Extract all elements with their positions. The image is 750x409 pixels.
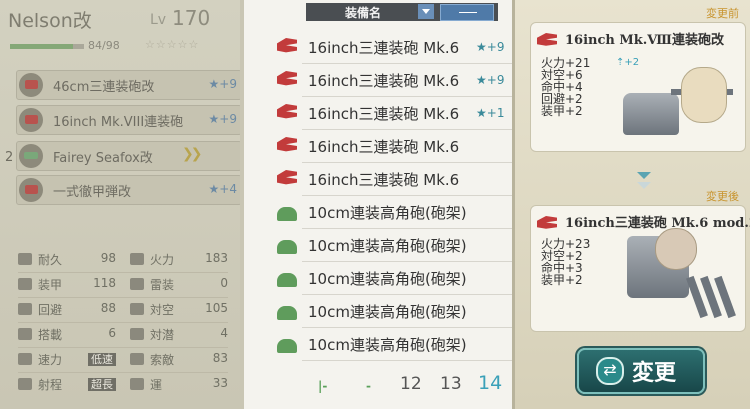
fairy-illustration (681, 67, 727, 123)
pager: |- - 12 13 14 (318, 372, 508, 396)
green-aa-gun-icon (277, 207, 297, 221)
red-gun-icon (19, 108, 43, 132)
sort-dropdown-icon[interactable] (418, 4, 434, 19)
slot-plane-count: 2 (5, 150, 14, 165)
asw-icon (130, 328, 144, 340)
green-aa-gun-icon (277, 273, 297, 287)
before-card: 16inch Mk.Ⅷ連装砲改 火力+21 ⇡+2 対空+6 命中+4 回避+2… (530, 22, 746, 152)
sort-label: 装備名 (345, 6, 382, 20)
slot-improvement: ★+9 (208, 112, 237, 126)
hp-text: 84/98 (88, 39, 120, 52)
improvement-level: ★+9 (476, 73, 505, 87)
equipment-row[interactable]: 16inch三連装砲 Mk.6 (272, 130, 512, 163)
apply-change-label: 変更 (632, 360, 677, 386)
equip-slot-3[interactable]: Fairey Seafox改 (16, 141, 242, 171)
after-card: 16inch三連装砲 Mk.6 mod.2 火力+23 対空+2 命中+3 装甲… (530, 205, 750, 332)
seaplane-icon (19, 144, 43, 168)
equip-slot-4[interactable]: 一式徹甲弾改 ★+4 (16, 175, 242, 205)
row-divider (302, 360, 512, 361)
upgrade-arrow-icon: ⇡+2 (616, 57, 640, 68)
equipment-name: 16inch三連装砲 Mk.6 (308, 72, 460, 90)
equipment-row[interactable]: 16inch三連装砲 Mk.6 ★+1 (272, 97, 512, 130)
equipment-row[interactable]: 16inch三連装砲 Mk.6 ★+9 (272, 64, 512, 97)
ap-shell-icon (19, 178, 43, 202)
green-aa-gun-icon (277, 339, 297, 353)
after-tag: 変更後 (706, 190, 739, 203)
equipment-name: 16inch三連装砲 Mk.6 (308, 138, 460, 156)
equipment-row[interactable]: 16inch三連装砲 Mk.6 ★+9 (272, 31, 512, 64)
sort-toggle-button[interactable] (440, 4, 494, 21)
evasion-icon (18, 303, 32, 315)
level-label: Lv (150, 12, 167, 28)
hp-bar (10, 44, 73, 49)
red-gun-icon (19, 73, 43, 97)
first-page-button[interactable]: |- (318, 379, 327, 393)
speed-icon (18, 353, 32, 365)
equip-slot-2[interactable]: 16inch Mk.VIII連装砲 ★+9 (16, 105, 242, 135)
equipment-name: 10cm連装高角砲(砲架) (308, 270, 467, 288)
hp-bar-empty (73, 44, 84, 49)
prev-page-button[interactable]: - (366, 379, 371, 393)
equipment-row[interactable]: 10cm連装高角砲(砲架) (272, 196, 512, 229)
los-icon (130, 353, 144, 365)
red-gun-icon (277, 71, 297, 86)
red-gun-icon (537, 33, 557, 46)
turret-illustration (623, 93, 679, 135)
equipment-name: 10cm連装高角砲(砲架) (308, 237, 467, 255)
page-13[interactable]: 13 (440, 374, 462, 394)
ship-name: Nelson改 (8, 10, 92, 32)
slot-name: Fairey Seafox改 (53, 151, 153, 166)
slot-improvement: ★+4 (208, 182, 237, 196)
equipment-name: 16inch三連装砲 Mk.6 (308, 105, 460, 123)
equipment-name: 10cm連装高角砲(砲架) (308, 336, 467, 354)
equipment-row[interactable]: 10cm連装高角砲(砲架) (272, 295, 512, 328)
after-name: 16inch三連装砲 Mk.6 mod.2 (565, 216, 750, 231)
red-gun-icon (277, 137, 297, 152)
equipment-row[interactable]: 10cm連装高角砲(砲架) (272, 262, 512, 295)
red-gun-icon (277, 170, 297, 185)
improvement-level: ★+1 (476, 106, 505, 120)
fairy-illustration (655, 228, 697, 270)
equipment-name: 16inch三連装砲 Mk.6 (308, 171, 460, 189)
firepower-icon (130, 253, 144, 265)
luck-icon (130, 378, 144, 390)
red-gun-icon (277, 104, 297, 119)
slot-name: 46cm三連装砲改 (53, 80, 155, 95)
anti-air-icon (130, 303, 144, 315)
slot-name: 16inch Mk.VIII連装砲 (53, 115, 184, 130)
swap-icon: ⇄ (596, 357, 624, 385)
equipment-row[interactable]: 16inch三連装砲 Mk.6 (272, 163, 512, 196)
improvement-level: ★+9 (476, 40, 505, 54)
torpedo-icon (130, 278, 144, 290)
slot-improvement: ★+9 (208, 77, 237, 91)
equipment-name: 16inch三連装砲 Mk.6 (308, 39, 460, 57)
arrow-down-icon (637, 172, 651, 179)
panel-edge (240, 0, 244, 409)
arrow-down-icon (637, 182, 651, 189)
panel-divider (512, 0, 515, 409)
ship-level: 170 (172, 6, 211, 30)
range-icon (18, 378, 32, 390)
proficiency-chevron-icon: ❯❯ (182, 146, 203, 162)
red-gun-icon (537, 216, 557, 229)
rarity-stars: ☆☆☆☆☆ (145, 38, 200, 51)
stats-grid: 耐久 98 火力 183 装甲 118 雷装 0 回避 88 対空 105 搭載 6 対潜 4 … (18, 250, 228, 397)
red-gun-icon (277, 38, 297, 53)
equipment-row[interactable]: 10cm連装高角砲(砲架) (272, 328, 512, 361)
equipment-row[interactable]: 10cm連装高角砲(砲架) (272, 229, 512, 262)
green-aa-gun-icon (277, 306, 297, 320)
page-12[interactable]: 12 (400, 374, 422, 394)
hp-icon (18, 253, 32, 265)
equipment-name: 10cm連装高角砲(砲架) (308, 303, 467, 321)
equip-slot-1[interactable]: 46cm三連装砲改 ★+9 (16, 70, 242, 100)
green-aa-gun-icon (277, 240, 297, 254)
slot-name: 一式徹甲弾改 (53, 185, 132, 200)
before-tag: 変更前 (706, 7, 739, 20)
before-name: 16inch Mk.Ⅷ連装砲改 (565, 33, 724, 48)
page-14-current[interactable]: 14 (478, 372, 502, 394)
equipment-name: 10cm連装高角砲(砲架) (308, 204, 467, 222)
armor-icon (18, 278, 32, 290)
aircraft-icon (18, 328, 32, 340)
